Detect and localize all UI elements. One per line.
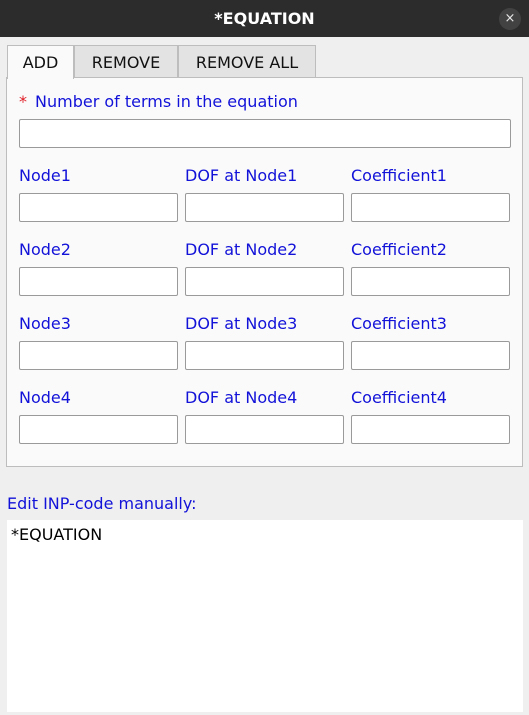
coefficient2-label: Coefficient2 <box>351 240 447 259</box>
dof-node3-input[interactable] <box>185 341 344 370</box>
dof-node2-label: DOF at Node2 <box>185 240 298 259</box>
tab-add[interactable]: ADD <box>7 45 74 79</box>
node1-label: Node1 <box>19 166 71 185</box>
node4-label: Node4 <box>19 388 71 407</box>
coefficient2-input[interactable] <box>351 267 510 296</box>
coefficient1-input[interactable] <box>351 193 510 222</box>
inp-editor-label: Edit INP-code manually: <box>7 494 197 513</box>
dof-node1-input[interactable] <box>185 193 344 222</box>
dof-node1-label: DOF at Node1 <box>185 166 298 185</box>
coefficient3-input[interactable] <box>351 341 510 370</box>
close-icon[interactable]: × <box>499 8 521 30</box>
node4-input[interactable] <box>19 415 178 444</box>
node2-input[interactable] <box>19 267 178 296</box>
required-marker: * <box>19 92 27 111</box>
num-terms-label: * Number of terms in the equation <box>19 92 298 112</box>
dof-node4-label: DOF at Node4 <box>185 388 298 407</box>
node2-label: Node2 <box>19 240 71 259</box>
dof-node2-input[interactable] <box>185 267 344 296</box>
node3-label: Node3 <box>19 314 71 333</box>
title-bar: *EQUATION × <box>0 0 529 37</box>
num-terms-input[interactable] <box>19 119 511 148</box>
tab-remove-all[interactable]: REMOVE ALL <box>178 45 316 78</box>
coefficient3-label: Coefficient3 <box>351 314 447 333</box>
dof-node3-label: DOF at Node3 <box>185 314 298 333</box>
tab-remove[interactable]: REMOVE <box>74 45 178 78</box>
inp-code-editor[interactable]: *EQUATION <box>7 520 523 712</box>
coefficient4-label: Coefficient4 <box>351 388 447 407</box>
coefficient1-label: Coefficient1 <box>351 166 447 185</box>
coefficient4-input[interactable] <box>351 415 510 444</box>
dof-node4-input[interactable] <box>185 415 344 444</box>
window-title: *EQUATION <box>214 9 315 28</box>
add-panel: * Number of terms in the equation Node1 D… <box>6 77 523 467</box>
num-terms-label-text: Number of terms in the equation <box>35 92 298 111</box>
node3-input[interactable] <box>19 341 178 370</box>
node1-input[interactable] <box>19 193 178 222</box>
